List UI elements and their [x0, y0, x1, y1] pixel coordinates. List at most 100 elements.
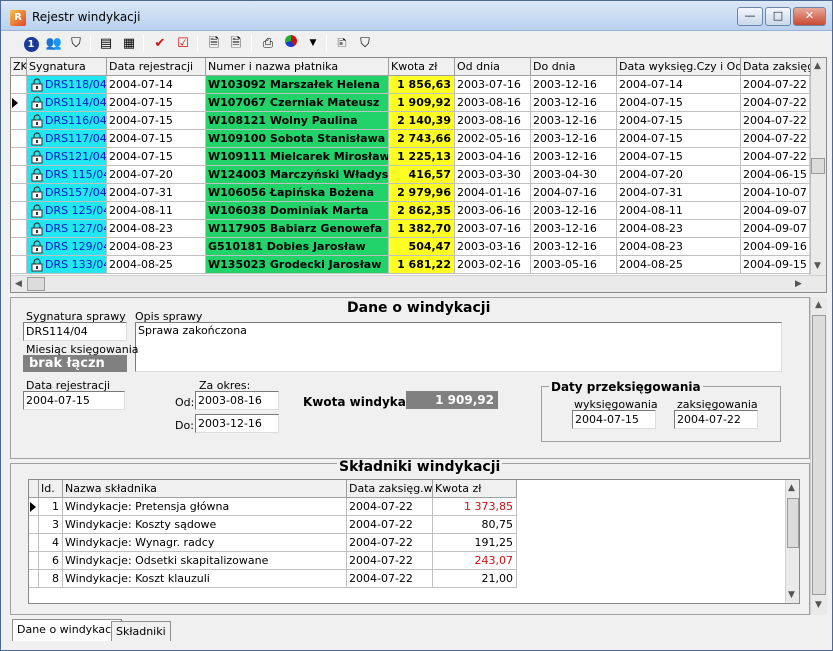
data-wyksieg-cell[interactable]: 2004-07-15 — [617, 148, 741, 166]
od-dnia-cell[interactable]: 2003-06-16 — [455, 202, 531, 220]
dropdown-icon[interactable]: ▼ — [303, 34, 323, 53]
scroll-up-icon[interactable]: ▲ — [788, 483, 795, 493]
kwota-cell[interactable]: 504,47 — [389, 238, 455, 256]
delete-doc-icon[interactable]: 🗎 — [204, 34, 224, 53]
platnik-cell[interactable]: W135023 Grodecki Jarosław — [206, 256, 389, 274]
data-wyksieg-cell[interactable]: 2004-07-15 — [617, 130, 741, 148]
row-indicator[interactable] — [29, 498, 39, 516]
grid-vertical-scrollbar[interactable]: ▲ ▼ — [809, 58, 826, 275]
signature-cell[interactable]: DRS114/04 — [27, 94, 107, 112]
platnik-cell[interactable]: W109111 Mielcarek Mirosław — [206, 148, 389, 166]
nazwa-cell[interactable]: Windykacje: Koszty sądowe — [63, 516, 347, 534]
row-indicator[interactable] — [11, 112, 27, 130]
scroll-thumb[interactable] — [27, 277, 45, 291]
do-dnia-cell[interactable]: 2003-12-16 — [531, 76, 617, 94]
id-cell[interactable]: 4 — [39, 534, 63, 552]
kwota-cell[interactable]: 243,07 — [433, 552, 517, 570]
report-icon[interactable]: 🗈 — [332, 34, 352, 53]
maximize-button[interactable]: □ — [765, 7, 791, 26]
od-dnia-cell[interactable]: 2003-03-16 — [455, 238, 531, 256]
signature-cell[interactable]: DRS 133/04 — [27, 256, 107, 274]
kwota-cell[interactable]: 2 140,39 — [389, 112, 455, 130]
col-header-sygnatura[interactable]: Sygnatura — [27, 58, 107, 76]
kwota-cell[interactable]: 1 856,63 — [389, 76, 455, 94]
data-wyksieg-cell[interactable]: 2004-08-23 — [617, 220, 741, 238]
platnik-cell[interactable]: W117905 Babiarz Genowefa — [206, 220, 389, 238]
signature-cell[interactable]: DRS 125/04 — [27, 202, 107, 220]
kwota-cell[interactable]: 2 979,96 — [389, 184, 455, 202]
data-wyksieg-cell[interactable]: 2004-07-20 — [617, 166, 741, 184]
col-header-data-wyksieg[interactable]: Data wyksięg.Czy i Ods — [617, 58, 741, 76]
filter-icon[interactable]: ⛉ — [66, 34, 86, 53]
signature-cell[interactable]: DRS117/04 — [27, 130, 107, 148]
nazwa-cell[interactable]: Windykacje: Odsetki skapitalizowane — [63, 552, 347, 570]
data-rejestracji-cell[interactable]: 2004-07-15 — [107, 94, 206, 112]
col-header-do-dnia[interactable]: Do dnia — [531, 58, 617, 76]
scroll-thumb[interactable] — [812, 315, 826, 595]
data-wyksieg-cell[interactable]: 2004-08-25 — [617, 256, 741, 274]
platnik-cell[interactable]: W109100 Sobota Stanisława — [206, 130, 389, 148]
od-dnia-cell[interactable]: 2003-08-16 — [455, 112, 531, 130]
do-dnia-cell[interactable]: 2003-12-16 — [531, 202, 617, 220]
row-indicator[interactable] — [29, 552, 39, 570]
opis-field[interactable]: Sprawa zakończona — [135, 322, 782, 372]
print-icon[interactable]: ⎙ — [258, 34, 278, 53]
data-rej-field[interactable]: 2004-07-15 — [23, 391, 125, 410]
check-icon[interactable]: ✔ — [150, 34, 170, 53]
scroll-left-icon[interactable]: ◀ — [15, 279, 22, 289]
scroll-thumb[interactable] — [811, 158, 825, 174]
col-header-zk[interactable]: ZK — [11, 58, 27, 76]
row-indicator[interactable] — [11, 220, 27, 238]
data-zaksieg-cell[interactable]: 2004-06-15 — [741, 166, 811, 184]
row-indicator[interactable] — [11, 130, 27, 148]
tab-dane[interactable]: Dane o windykacji — [12, 619, 123, 641]
col-header-platnik[interactable]: Numer i nazwa płatnika — [206, 58, 389, 76]
platnik-cell[interactable]: W106056 Łapińska Bożena — [206, 184, 389, 202]
kwota-cell[interactable]: 191,25 — [433, 534, 517, 552]
od-dnia-cell[interactable]: 2003-07-16 — [455, 220, 531, 238]
od-dnia-cell[interactable]: 2003-07-16 — [455, 76, 531, 94]
col-header-kwota[interactable]: Kwota zł — [389, 58, 455, 76]
do-dnia-cell[interactable]: 2003-12-16 — [531, 112, 617, 130]
col-header-od-dnia[interactable]: Od dnia — [455, 58, 531, 76]
signature-cell[interactable]: DRS116/04 — [27, 112, 107, 130]
data-wyksieg-cell[interactable]: 2004-07-15 — [617, 112, 741, 130]
data-rejestracji-cell[interactable]: 2004-08-23 — [107, 220, 206, 238]
components-scrollbar[interactable]: ▲ ▼ — [785, 480, 799, 603]
data-zaksieg-cell[interactable]: 2004-09-07 — [741, 220, 811, 238]
data-zaksieg-cell[interactable]: 2004-10-07 — [741, 184, 811, 202]
sygnatura-field[interactable]: DRS114/04 — [23, 322, 127, 341]
od-dnia-cell[interactable]: 2003-03-30 — [455, 166, 531, 184]
data-rejestracji-cell[interactable]: 2004-07-15 — [107, 112, 206, 130]
data-rejestracji-cell[interactable]: 2004-07-31 — [107, 184, 206, 202]
signature-cell[interactable]: DRS 127/04 — [27, 220, 107, 238]
scroll-down-icon[interactable]: ▼ — [815, 600, 822, 610]
id-cell[interactable]: 1 — [39, 498, 63, 516]
kwota-cell[interactable]: 1 382,70 — [389, 220, 455, 238]
data-cell[interactable]: 2004-07-22 — [347, 534, 433, 552]
do-dnia-cell[interactable]: 2003-05-16 — [531, 256, 617, 274]
row-indicator[interactable] — [11, 238, 27, 256]
platnik-cell[interactable]: G510181 Dobies Jarosław — [206, 238, 389, 256]
kwota-cell[interactable]: 1 373,85 — [433, 498, 517, 516]
kwota-cell[interactable]: 21,00 — [433, 570, 517, 588]
platnik-cell[interactable]: W108121 Wolny Paulina — [206, 112, 389, 130]
nazwa-cell[interactable]: Windykacje: Pretensja główna — [63, 498, 347, 516]
do-field[interactable]: 2003-12-16 — [195, 414, 279, 433]
kwota-cell[interactable]: 1 681,22 — [389, 256, 455, 274]
col-header-data-zaksieg[interactable]: Data zaksięg.win — [347, 480, 433, 498]
data-rejestracji-cell[interactable]: 2004-07-14 — [107, 76, 206, 94]
od-dnia-cell[interactable]: 2003-02-16 — [455, 256, 531, 274]
signature-cell[interactable]: DRS118/04 — [27, 76, 107, 94]
data-wyksieg-cell[interactable]: 2004-08-23 — [617, 238, 741, 256]
do-dnia-cell[interactable]: 2004-07-16 — [531, 184, 617, 202]
grid-horizontal-scrollbar[interactable]: ◀ ▶ — [11, 275, 826, 292]
od-field[interactable]: 2003-08-16 — [195, 391, 279, 410]
nazwa-cell[interactable]: Windykacje: Koszt klauzuli — [63, 570, 347, 588]
col-header-indicator[interactable] — [29, 480, 39, 498]
platnik-cell[interactable]: W106038 Dominiak Marta — [206, 202, 389, 220]
data-cell[interactable]: 2004-07-22 — [347, 552, 433, 570]
platnik-cell[interactable]: W103092 Marszałek Helena — [206, 76, 389, 94]
data-rejestracji-cell[interactable]: 2004-07-15 — [107, 148, 206, 166]
wyks-field[interactable]: 2004-07-15 — [572, 410, 656, 429]
